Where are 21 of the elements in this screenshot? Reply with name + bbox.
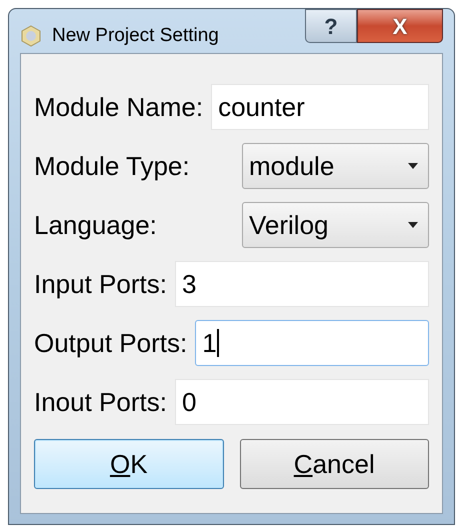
input-field[interactable]: counter <box>211 84 429 130</box>
dialog-button[interactable]: OK <box>34 439 224 489</box>
app-icon <box>20 25 42 48</box>
window-title: New Project Setting <box>52 24 219 48</box>
caret-icon <box>408 163 418 169</box>
input-field[interactable]: 0 <box>174 379 429 425</box>
dialog-button[interactable]: Cancel <box>240 439 429 489</box>
field-label: Language: <box>34 208 158 242</box>
field-label: Module Name: <box>34 90 204 124</box>
text-cursor <box>216 329 219 357</box>
field-label: Input Ports: <box>34 268 167 300</box>
help-button[interactable]: ? <box>305 9 357 43</box>
close-button[interactable]: X <box>357 9 443 43</box>
field-label: Inout Ports: <box>34 386 167 418</box>
dropdown[interactable]: module <box>242 143 429 189</box>
caret-icon <box>408 222 418 228</box>
dropdown[interactable]: Verilog <box>242 202 429 248</box>
field-label: Output Ports: <box>34 326 188 360</box>
field-label: Module Type: <box>34 150 191 182</box>
input-field[interactable]: 3 <box>174 261 429 307</box>
input-field[interactable]: 1 <box>195 320 429 366</box>
